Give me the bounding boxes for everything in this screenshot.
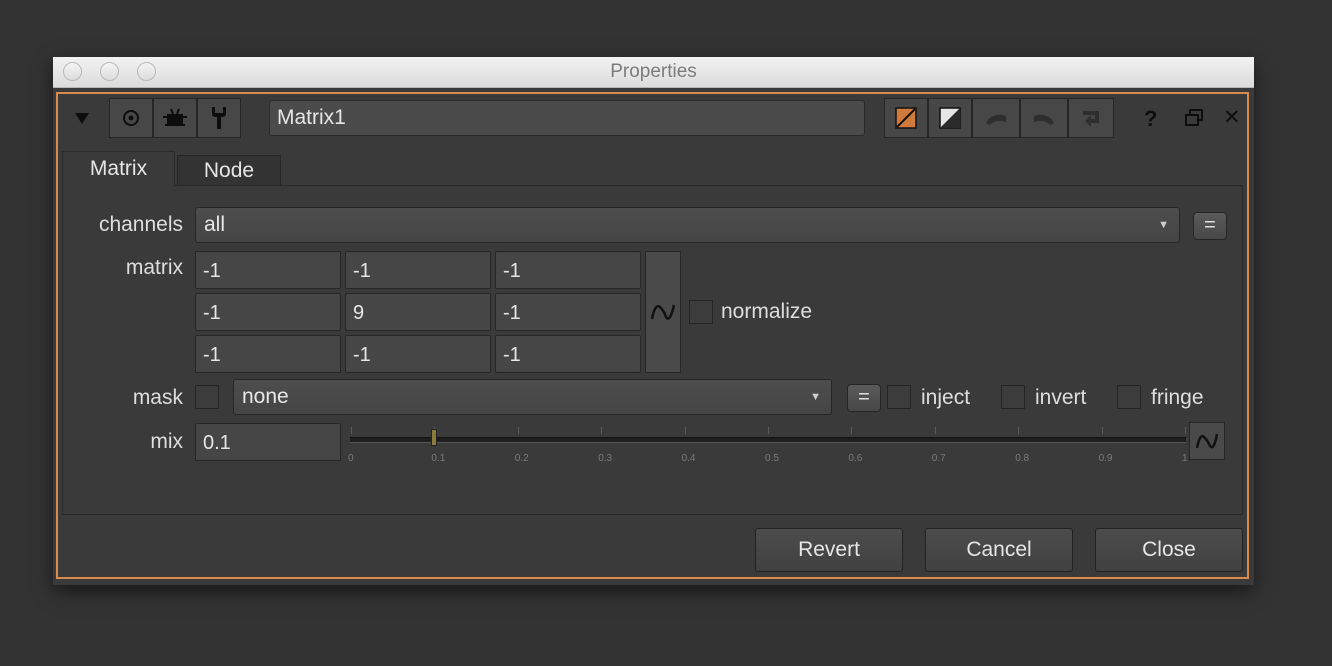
mix-slider-handle[interactable] bbox=[431, 429, 438, 446]
matrix-cell-2-2[interactable]: -1 bbox=[495, 335, 641, 373]
matrix-label: matrix bbox=[125, 256, 183, 279]
mix-slider-tick-label: 0.6 bbox=[848, 453, 863, 464]
fringe-checkbox[interactable] bbox=[1117, 385, 1141, 409]
orange-color-swatch-icon[interactable] bbox=[884, 98, 928, 138]
mix-slider-tick-label: 1 bbox=[1182, 453, 1188, 464]
mix-slider-tick bbox=[517, 427, 519, 434]
wrench-icon[interactable] bbox=[197, 98, 241, 138]
matrix-cell-0-1[interactable]: -1 bbox=[345, 251, 491, 289]
mix-slider-tick-label: 0.8 bbox=[1015, 453, 1030, 464]
mix-slider-tick-label: 0.2 bbox=[514, 453, 529, 464]
revert-icon[interactable] bbox=[1068, 98, 1114, 138]
mix-slider-tick bbox=[684, 427, 686, 434]
node-panel: Matrix1 ? ✕ Matrix Node channels all ▼ =… bbox=[56, 92, 1249, 579]
tab-node[interactable]: Node bbox=[177, 155, 281, 187]
normalize-checkbox[interactable] bbox=[689, 300, 713, 324]
matrix-cell-2-0[interactable]: -1 bbox=[195, 335, 341, 373]
matrix-cell-1-1[interactable]: 9 bbox=[345, 293, 491, 331]
mix-slider-tick bbox=[1018, 427, 1020, 434]
channels-value: all bbox=[204, 213, 226, 236]
mask-enable-checkbox[interactable] bbox=[195, 385, 219, 409]
chevron-down-icon: ▼ bbox=[810, 391, 821, 403]
help-icon[interactable]: ? bbox=[1144, 106, 1157, 132]
collapse-triangle-icon[interactable] bbox=[64, 98, 100, 138]
mix-slider-tick-label: 0.5 bbox=[765, 453, 779, 464]
title-bar: Properties bbox=[53, 57, 1254, 88]
viewer-icon[interactable] bbox=[109, 98, 153, 138]
mix-slider-tick bbox=[1185, 427, 1186, 434]
close-icon[interactable]: ✕ bbox=[1223, 105, 1241, 130]
fringe-label: fringe bbox=[1151, 386, 1204, 409]
tab-matrix[interactable]: Matrix bbox=[62, 151, 175, 187]
matrix-cell-1-2[interactable]: -1 bbox=[495, 293, 641, 331]
mix-slider-tick-label: 0 bbox=[348, 453, 354, 464]
mix-slider-tick bbox=[768, 427, 769, 434]
inject-label: inject bbox=[921, 386, 971, 409]
normalize-label: normalize bbox=[721, 300, 813, 323]
mix-value-field[interactable]: 0.1 bbox=[195, 423, 341, 461]
mix-label: mix bbox=[150, 430, 183, 453]
mix-slider-tick bbox=[351, 427, 352, 434]
inject-checkbox[interactable] bbox=[887, 385, 911, 409]
mix-slider-tick bbox=[851, 427, 853, 434]
mix-slider-tick bbox=[601, 427, 603, 434]
channels-label: channels bbox=[98, 213, 183, 236]
undo-icon[interactable] bbox=[972, 98, 1020, 138]
matrix-cell-1-0[interactable]: -1 bbox=[195, 293, 341, 331]
chevron-down-icon: ▼ bbox=[1158, 219, 1169, 231]
mask-value: none bbox=[242, 385, 289, 408]
mix-slider-tick-label: 0.1 bbox=[431, 453, 446, 464]
float-panel-icon[interactable] bbox=[1184, 108, 1204, 133]
mix-slider[interactable]: 0 0.1 0.2 0.3 0.4 0.5 0.6 0.7 0.8 0.9 1 bbox=[348, 426, 1188, 466]
matrix-cell-2-1[interactable]: -1 bbox=[345, 335, 491, 373]
close-button[interactable]: Close bbox=[1095, 528, 1243, 572]
channels-link-button[interactable]: = bbox=[1193, 212, 1227, 240]
mix-slider-tick-label: 0.9 bbox=[1098, 453, 1113, 464]
mask-dropdown[interactable]: none ▼ bbox=[233, 379, 832, 415]
cancel-button[interactable]: Cancel bbox=[925, 528, 1073, 572]
mix-slider-tick-label: 0.3 bbox=[598, 453, 613, 464]
redo-icon[interactable] bbox=[1020, 98, 1068, 138]
panel-toolbar: Matrix1 ? ✕ bbox=[64, 98, 1241, 138]
invert-label: invert bbox=[1035, 386, 1087, 409]
revert-button[interactable]: Revert bbox=[755, 528, 903, 572]
properties-window: Properties Matrix1 ? ✕ Matrix Node chann… bbox=[53, 57, 1254, 585]
mix-slider-track bbox=[350, 437, 1186, 443]
window-title: Properties bbox=[610, 61, 697, 82]
mix-slider-tick bbox=[934, 427, 936, 434]
matrix-cell-0-0[interactable]: -1 bbox=[195, 251, 341, 289]
bug-icon[interactable] bbox=[153, 98, 197, 138]
mix-slider-tick-label: 0.7 bbox=[931, 453, 946, 464]
channels-dropdown[interactable]: all ▼ bbox=[195, 207, 1180, 243]
invert-checkbox[interactable] bbox=[1001, 385, 1025, 409]
matrix-tab-content: channels all ▼ = matrix -1 -1 -1 -1 9 -1… bbox=[62, 185, 1243, 515]
mix-animation-curve-icon[interactable] bbox=[1189, 422, 1225, 460]
mask-label: mask bbox=[132, 386, 183, 409]
mix-slider-tick-label: 0.4 bbox=[681, 453, 696, 464]
mask-link-button[interactable]: = bbox=[847, 384, 881, 412]
matrix-animation-curve-icon[interactable] bbox=[645, 251, 681, 373]
node-name-field[interactable]: Matrix1 bbox=[269, 100, 865, 136]
mix-slider-tick bbox=[1101, 427, 1103, 434]
matrix-cell-0-2[interactable]: -1 bbox=[495, 251, 641, 289]
gray-color-swatch-icon[interactable] bbox=[928, 98, 972, 138]
